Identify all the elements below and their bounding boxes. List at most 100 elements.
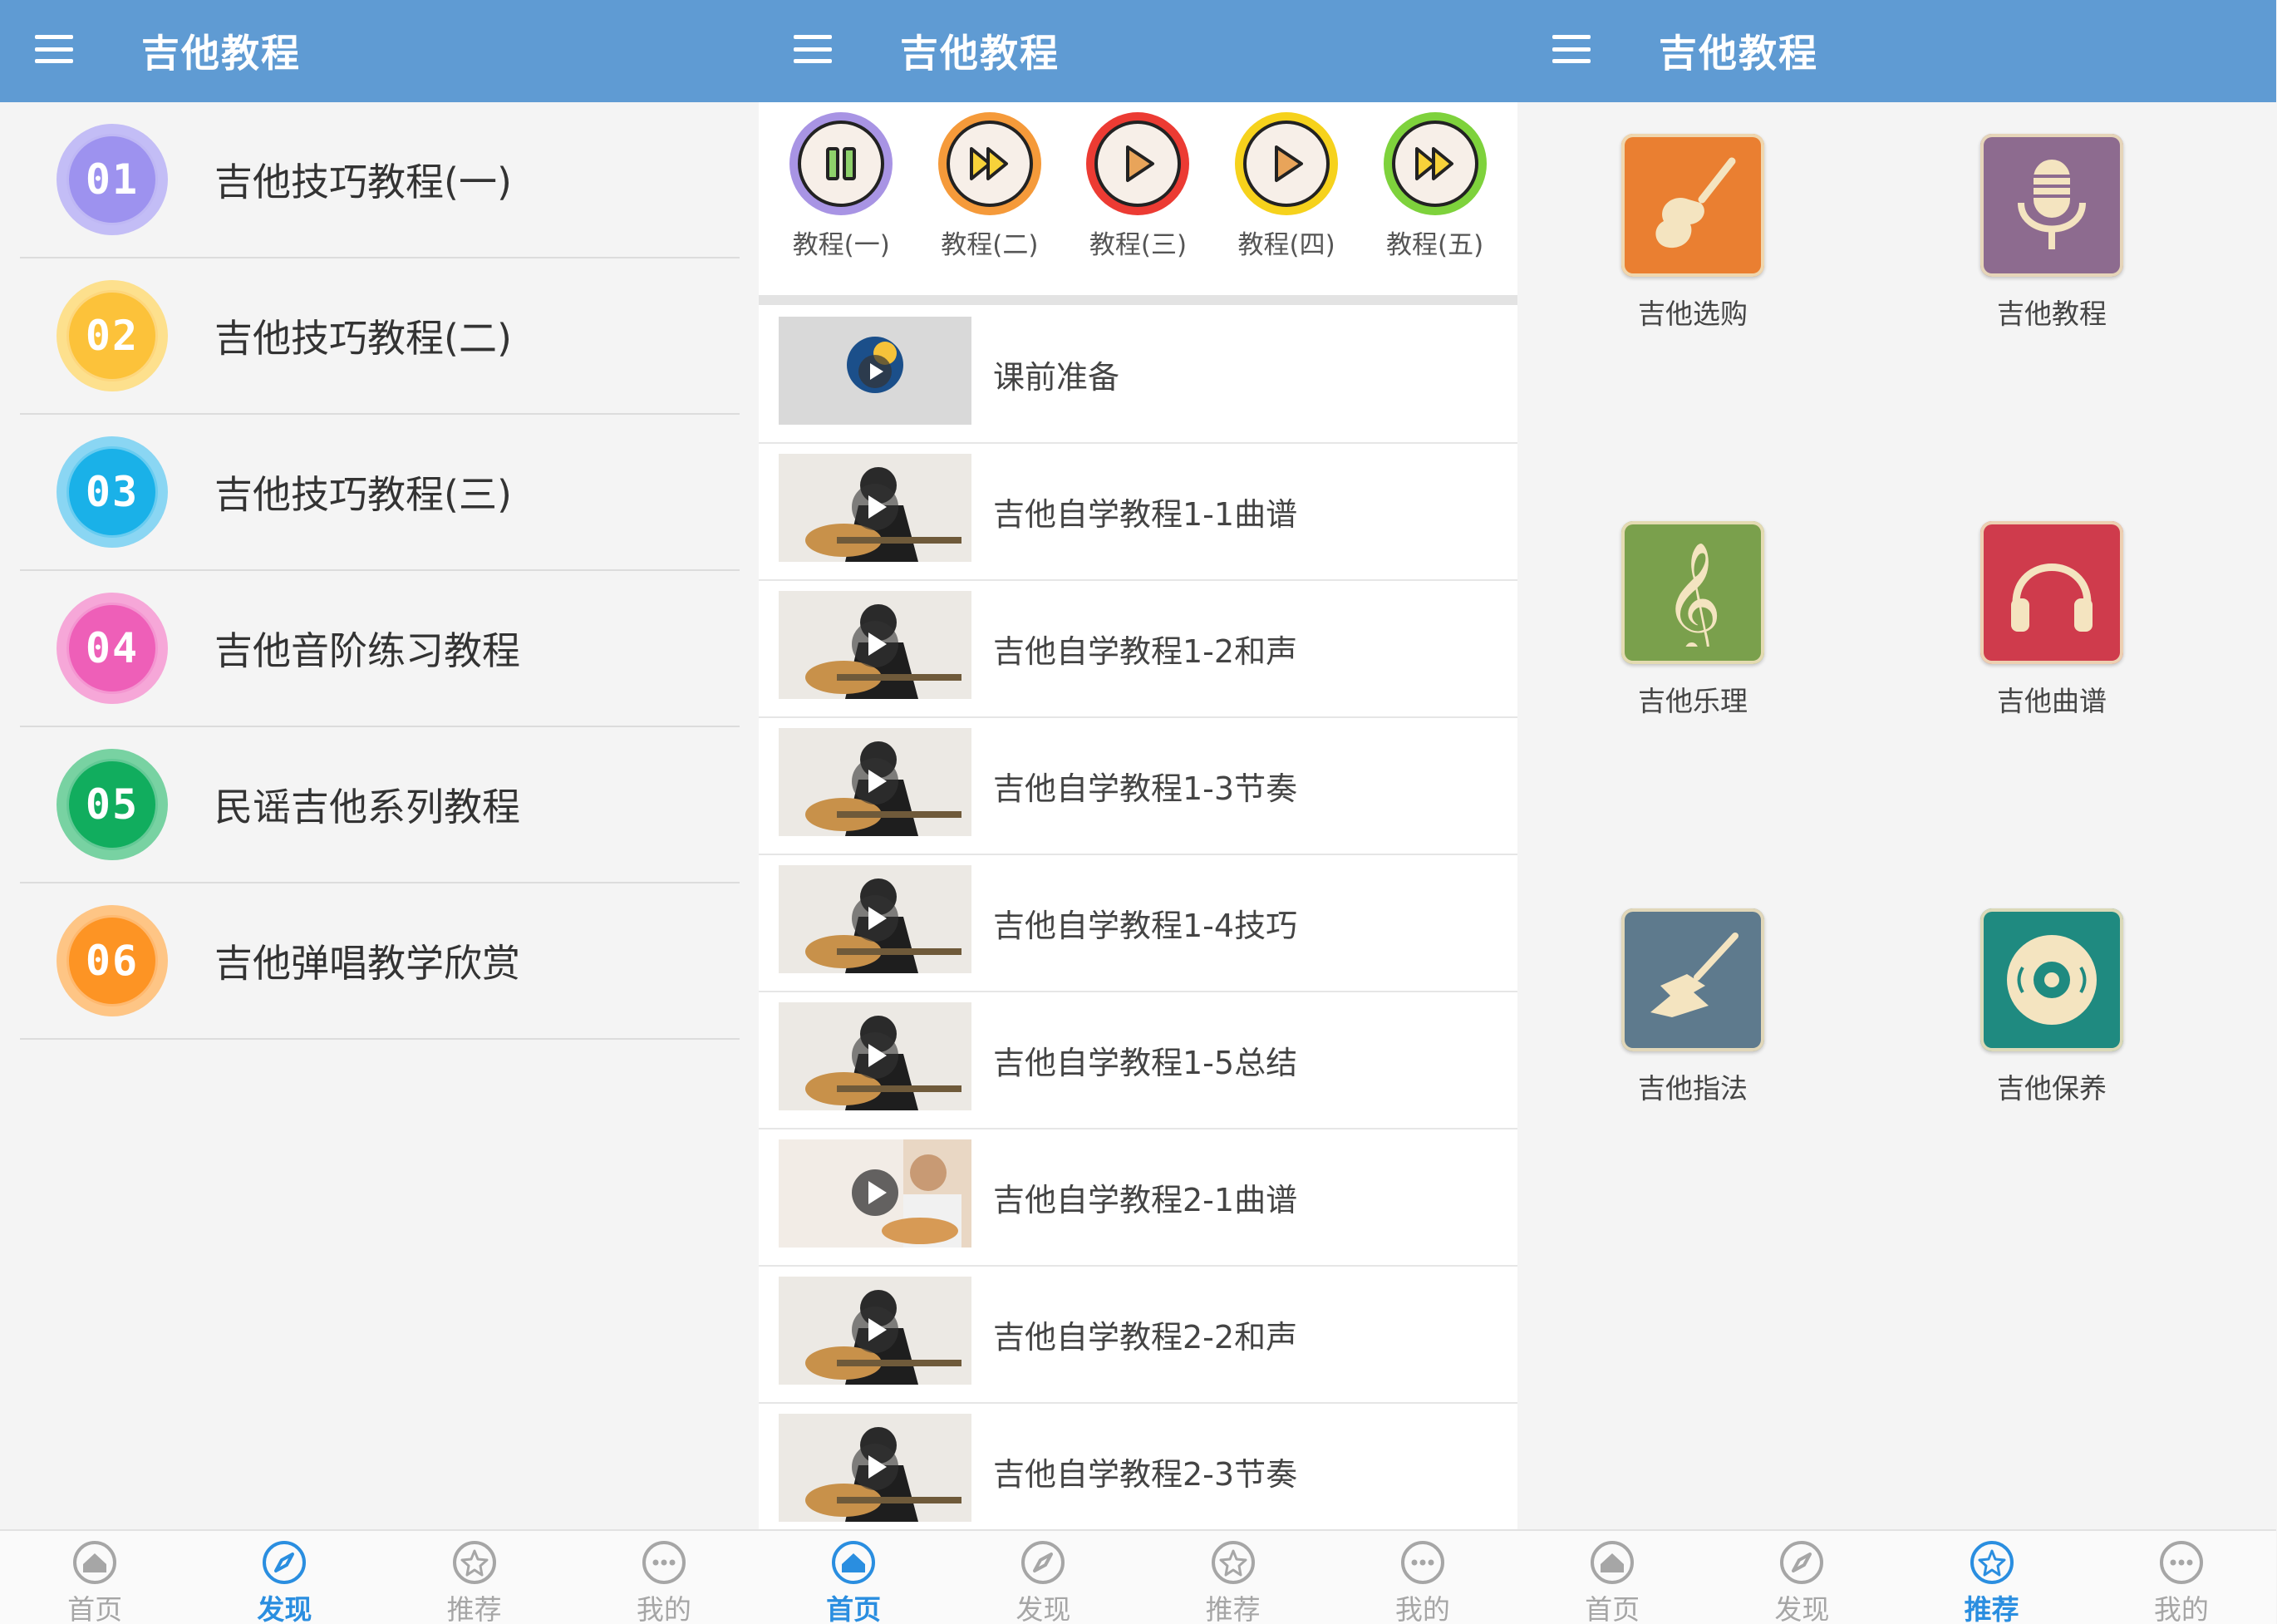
tutorial-list-item-label: 吉他音阶练习教程 bbox=[214, 628, 520, 673]
tutorial-list-item[interactable]: 04 吉他音阶练习教程 bbox=[20, 571, 740, 727]
video-list-item[interactable]: 吉他自学教程1-1曲谱 bbox=[759, 444, 1517, 581]
video-list-item[interactable]: 吉他自学教程2-2和声 bbox=[759, 1267, 1517, 1404]
number-badge: 01 bbox=[57, 124, 168, 235]
number-badge: 05 bbox=[57, 749, 168, 860]
compass-icon bbox=[261, 1539, 307, 1586]
tutorial-list-item-label: 吉他技巧教程(二) bbox=[214, 316, 512, 361]
video-list-item[interactable]: 吉他自学教程2-1曲谱 bbox=[759, 1129, 1517, 1267]
nav-tab-discover[interactable]: 发现 bbox=[189, 1531, 379, 1624]
bottom-nav: 首页 发现 推荐 我的 bbox=[759, 1529, 1517, 1624]
nav-tab-home[interactable]: 首页 bbox=[1517, 1531, 1707, 1624]
video-list-item[interactable]: 吉他自学教程1-4技巧 bbox=[759, 855, 1517, 992]
video-title: 吉他自学教程1-1曲谱 bbox=[993, 496, 1298, 533]
nav-tab-home[interactable]: 首页 bbox=[759, 1531, 948, 1624]
tutorial-list: 01 吉他技巧教程(一) 02 吉他技巧教程(二) 03 吉他技巧教程(三) 04 吉他音阶练… bbox=[20, 102, 740, 1040]
video-title: 吉他自学教程1-3节奏 bbox=[993, 770, 1298, 807]
video-list-item[interactable]: 吉他自学教程2-3节奏 bbox=[759, 1404, 1517, 1541]
video-thumbnail[interactable] bbox=[779, 1139, 971, 1248]
tutorial-circle-label: 教程(一) bbox=[792, 230, 890, 260]
category-tile-label: 吉他保养 bbox=[1997, 1072, 2107, 1105]
home-icon bbox=[71, 1539, 118, 1586]
menu-icon[interactable] bbox=[1552, 35, 1591, 63]
video-title: 吉他自学教程1-4技巧 bbox=[993, 908, 1298, 944]
nav-tab-recommend[interactable]: 推荐 bbox=[380, 1531, 569, 1624]
tutorial-circle-label: 教程(五) bbox=[1386, 230, 1484, 260]
tutorial-list-item[interactable]: 05 民谣吉他系列教程 bbox=[20, 727, 740, 883]
nav-tab-mine[interactable]: 我的 bbox=[1328, 1531, 1517, 1624]
nav-tab-label: 发现 bbox=[257, 1593, 312, 1624]
category-tile[interactable]: 吉他选购 bbox=[1568, 134, 1817, 383]
screen-recommend-grid: 吉他教程 吉他选购 吉他教程 𝄞 吉他乐理 吉他曲谱吉他指法 吉他保养 首页 发现 推荐 我的 bbox=[1517, 0, 2276, 1624]
video-list-item[interactable]: 吉他自学教程1-2和声 bbox=[759, 581, 1517, 718]
category-tile-label: 吉他乐理 bbox=[1638, 685, 1748, 717]
tutorial-circle-button[interactable]: 教程(五) bbox=[1360, 102, 1509, 295]
tutorial-list-item[interactable]: 01 吉他技巧教程(一) bbox=[20, 102, 740, 258]
nav-tab-discover[interactable]: 发现 bbox=[1707, 1531, 1896, 1624]
more-icon bbox=[641, 1539, 687, 1586]
number-badge-text: 05 bbox=[66, 759, 158, 850]
video-list-item[interactable]: 课前准备 bbox=[759, 307, 1517, 444]
nav-tab-mine[interactable]: 我的 bbox=[569, 1531, 759, 1624]
video-title: 吉他自学教程2-2和声 bbox=[993, 1319, 1298, 1356]
video-thumbnail[interactable] bbox=[779, 454, 971, 562]
category-tile-label: 吉他指法 bbox=[1638, 1072, 1748, 1105]
tutorial-circle bbox=[937, 112, 1041, 215]
menu-icon[interactable] bbox=[35, 35, 73, 63]
screenshot-triptych: 吉他教程 01 吉他技巧教程(一) 02 吉他技巧教程(二) 03 吉他技巧教程(三) 04… bbox=[0, 0, 2277, 1624]
category-tile[interactable]: 吉他教程 bbox=[1927, 134, 2176, 383]
star-icon bbox=[1210, 1539, 1257, 1586]
tutorial-list-item[interactable]: 06 吉他弹唱教学欣赏 bbox=[20, 883, 740, 1040]
tutorial-circle-button[interactable]: 教程(四) bbox=[1212, 102, 1361, 295]
compass-icon bbox=[1020, 1539, 1066, 1586]
nav-tab-discover[interactable]: 发现 bbox=[948, 1531, 1138, 1624]
app-title: 吉他教程 bbox=[900, 31, 1060, 76]
tutorial-circle-button[interactable]: 教程(一) bbox=[767, 102, 916, 295]
screen-home-videos: 吉他教程 教程(一) 教程(二) 教程(三) 教程(四) 教程(五) 课前准备吉他自学教… bbox=[759, 0, 1517, 1624]
home-icon bbox=[1589, 1539, 1635, 1586]
nav-tab-label: 首页 bbox=[826, 1593, 882, 1624]
nav-tab-home[interactable]: 首页 bbox=[0, 1531, 189, 1624]
video-thumbnail[interactable] bbox=[779, 317, 971, 425]
tutorial-list-item-label: 民谣吉他系列教程 bbox=[214, 785, 520, 829]
tutorial-list-item[interactable]: 02 吉他技巧教程(二) bbox=[20, 258, 740, 415]
nav-tab-label: 我的 bbox=[636, 1593, 691, 1624]
tutorial-list-item[interactable]: 03 吉他技巧教程(三) bbox=[20, 415, 740, 571]
category-tile[interactable]: 吉他指法 bbox=[1568, 908, 1817, 1158]
pause-icon bbox=[798, 121, 885, 207]
category-tile[interactable]: 吉他曲谱 bbox=[1927, 521, 2176, 770]
video-thumbnail[interactable] bbox=[779, 1277, 971, 1385]
play-icon bbox=[1243, 121, 1330, 207]
nav-tab-recommend[interactable]: 推荐 bbox=[1897, 1531, 2087, 1624]
app-bar: 吉他教程 bbox=[0, 0, 759, 102]
category-tile-label: 吉他选购 bbox=[1638, 298, 1748, 330]
category-tile[interactable]: 𝄞 吉他乐理 bbox=[1568, 521, 1817, 770]
tutorial-circle-button[interactable]: 教程(二) bbox=[916, 102, 1065, 295]
bottom-nav: 首页 发现 推荐 我的 bbox=[0, 1529, 759, 1624]
tutorial-circle-label: 教程(二) bbox=[941, 230, 1039, 260]
video-thumbnail[interactable] bbox=[779, 865, 971, 973]
microphone-icon bbox=[1980, 134, 2123, 277]
tutorial-circle bbox=[1086, 112, 1190, 215]
video-list-item[interactable]: 吉他自学教程1-3节奏 bbox=[759, 718, 1517, 855]
video-thumbnail[interactable] bbox=[779, 728, 971, 836]
more-icon bbox=[2158, 1539, 2205, 1586]
number-badge: 06 bbox=[57, 905, 168, 1016]
video-thumbnail[interactable] bbox=[779, 1002, 971, 1110]
category-tile[interactable]: 吉他保养 bbox=[1927, 908, 2176, 1158]
nav-tab-mine[interactable]: 我的 bbox=[2087, 1531, 2276, 1624]
number-badge-text: 04 bbox=[66, 603, 158, 694]
video-thumbnail[interactable] bbox=[779, 1414, 971, 1522]
video-thumbnail[interactable] bbox=[779, 591, 971, 699]
nav-tab-label: 推荐 bbox=[1964, 1593, 2019, 1624]
compass-icon bbox=[1778, 1539, 1825, 1586]
tutorial-circle bbox=[1383, 112, 1487, 215]
tutorial-list-item-label: 吉他弹唱教学欣赏 bbox=[214, 941, 520, 986]
menu-icon[interactable] bbox=[794, 35, 832, 63]
fast-forward-icon bbox=[946, 121, 1033, 207]
tutorial-circle-button[interactable]: 教程(三) bbox=[1064, 102, 1212, 295]
video-list-item[interactable]: 吉他自学教程1-5总结 bbox=[759, 992, 1517, 1129]
app-title: 吉他教程 bbox=[1659, 31, 1818, 76]
guitar-icon bbox=[1621, 134, 1764, 277]
nav-tab-recommend[interactable]: 推荐 bbox=[1138, 1531, 1328, 1624]
bottom-nav: 首页 发现 推荐 我的 bbox=[1517, 1529, 2276, 1624]
